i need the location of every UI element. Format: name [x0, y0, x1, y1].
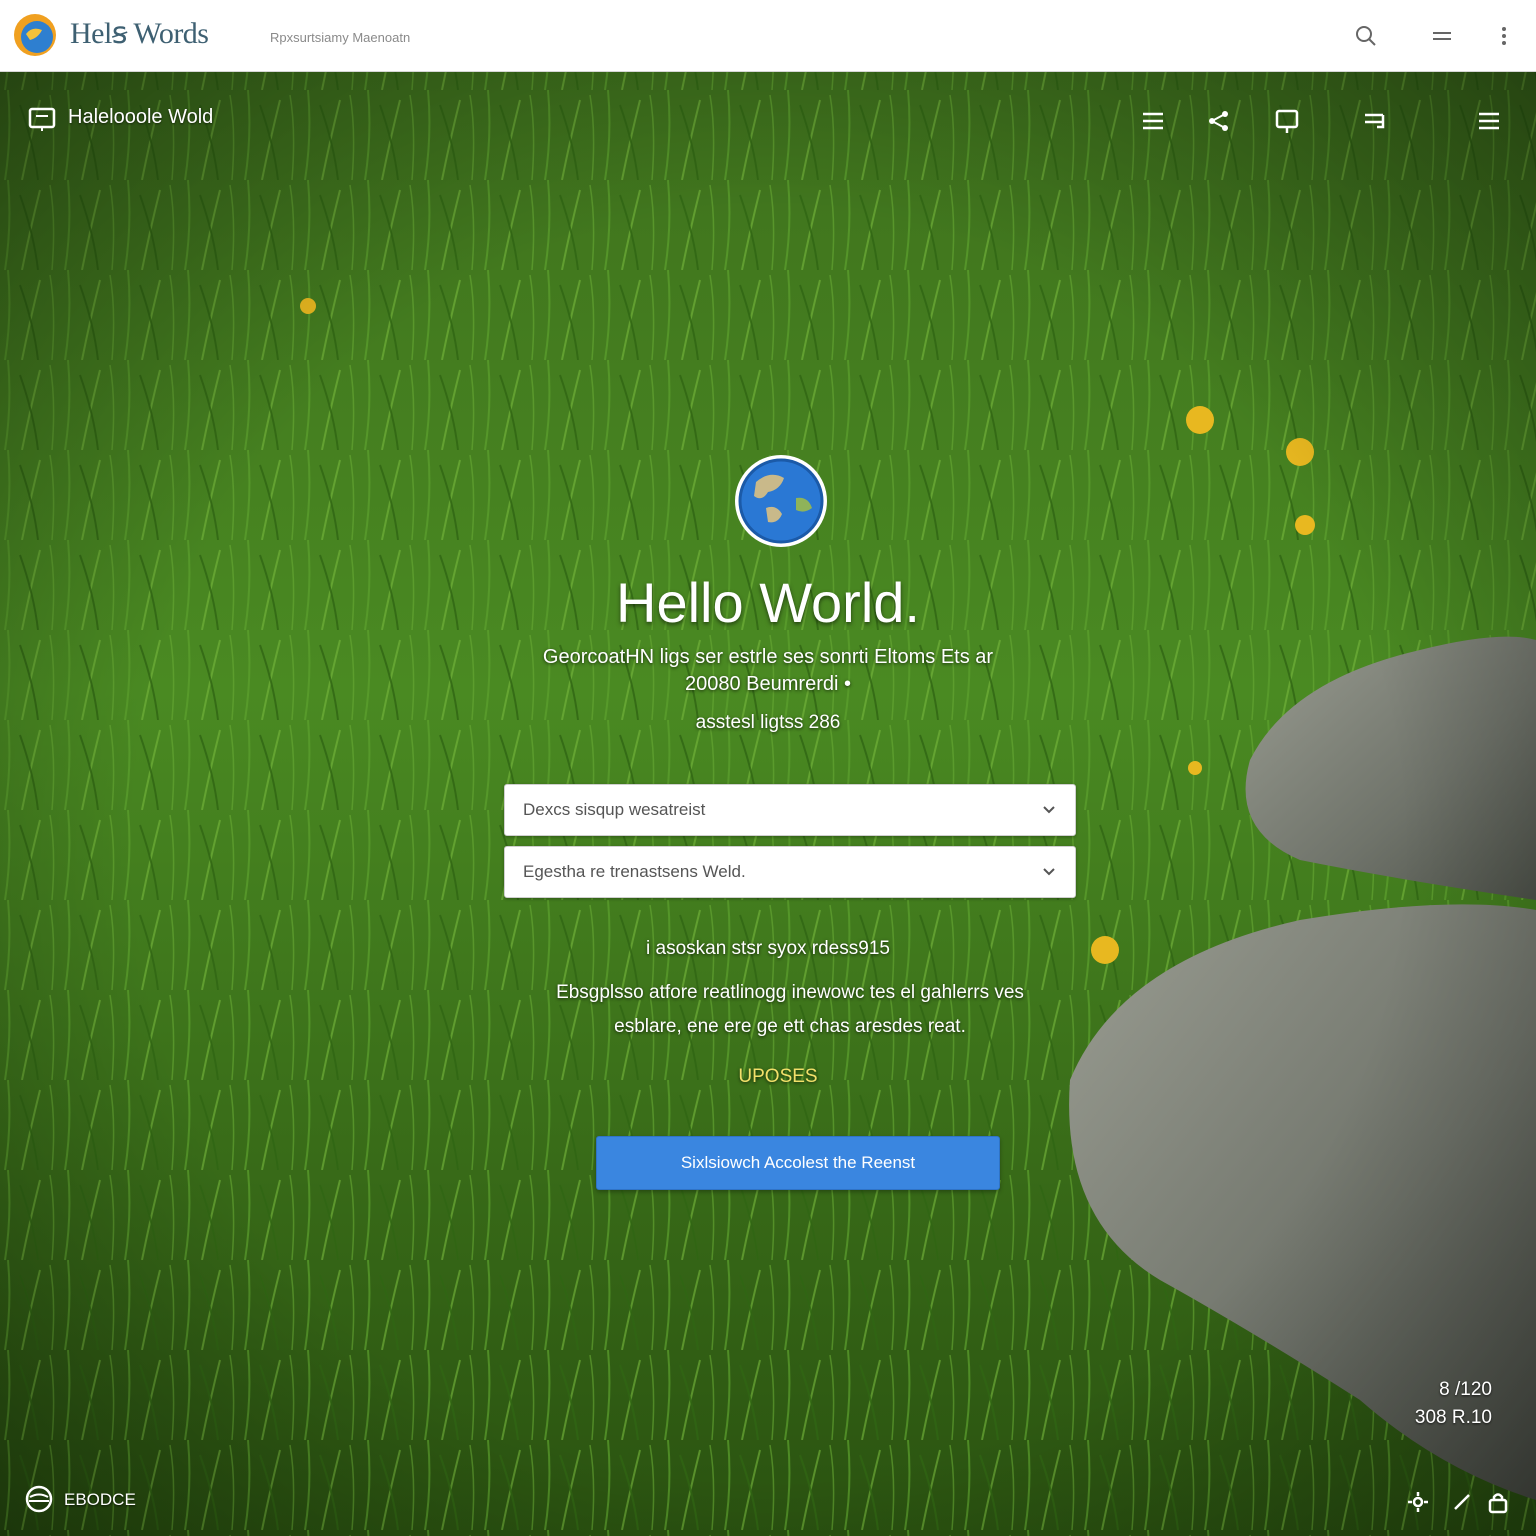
hero-note: asstesl ligtss 286 — [695, 712, 841, 733]
globe-icon — [735, 455, 827, 547]
globe-outline-icon[interactable] — [24, 1484, 54, 1514]
brand-tagline: Rpxsurtsiamy Maenoatn — [270, 30, 411, 45]
more-vertical-icon — [1502, 27, 1506, 45]
description-body: Ebsgplsso atfore reatlinogg inewowc tes … — [556, 982, 1024, 1037]
dropdown-select-2[interactable]: Egestha re trenastsens Weld. — [504, 846, 1076, 898]
search-button[interactable] — [1348, 18, 1384, 54]
description-heading: i asoskan stsr syox rdess915 — [646, 938, 890, 959]
search-icon — [1356, 26, 1376, 46]
footer-stat-1: 8 /120 — [1439, 1379, 1492, 1400]
hamburger-icon — [1479, 112, 1499, 130]
dropdown-value: Egestha re trenastsens Weld. — [523, 862, 746, 881]
footer-stat-2: 308 R.10 — [1414, 1407, 1492, 1428]
gear-icon — [1408, 1492, 1428, 1512]
background-photo — [0, 0, 1536, 1536]
app-logo-icon[interactable] — [12, 12, 58, 58]
more-options-button[interactable] — [1486, 18, 1522, 54]
footer-stats: 8 /120 308 R.10 — [1415, 1376, 1492, 1432]
lock-icon — [1488, 1493, 1508, 1514]
chat-icon — [1275, 109, 1299, 133]
chevron-down-icon — [1043, 868, 1055, 876]
chat-button[interactable] — [1270, 104, 1304, 138]
lock-button[interactable] — [1484, 1488, 1512, 1516]
hamburger-button[interactable] — [1472, 104, 1506, 138]
dropdown-value: Dexcs sisqup wesatreist — [523, 800, 706, 819]
edit-button[interactable] — [1448, 1488, 1476, 1516]
top-bar: Helꞩ Words Rpxsurtsiamy Maenoatn — [0, 0, 1536, 72]
updates-link[interactable]: UPOSES — [0, 1066, 1536, 1088]
menu-button[interactable] — [1424, 18, 1460, 54]
hero-subtitle: GeorcoatHN ligs ser estrle ses sonrti El… — [542, 646, 994, 695]
share-button[interactable] — [1202, 104, 1236, 138]
window-icon[interactable] — [28, 106, 56, 132]
footer-label: EBODCE — [64, 1490, 136, 1509]
primary-action-button[interactable]: Sixlsiowch Accolest the Reenst — [596, 1136, 1000, 1190]
dropdown-select-1[interactable]: Dexcs sisqup wesatreist — [504, 784, 1076, 836]
brand-name: Helꞩ Words — [70, 17, 209, 50]
settings-button[interactable] — [1404, 1488, 1432, 1516]
reply-icon — [1365, 113, 1385, 129]
section-title: Halelooole Wold — [68, 106, 214, 128]
hero-title: Hello World. — [616, 571, 920, 634]
list-icon — [1143, 112, 1163, 130]
chevron-down-icon — [1043, 806, 1055, 814]
list-button[interactable] — [1136, 104, 1170, 138]
share-icon — [1209, 111, 1228, 131]
reply-button[interactable] — [1358, 104, 1392, 138]
pencil-icon — [1454, 1494, 1470, 1510]
menu-icon — [1433, 32, 1451, 40]
